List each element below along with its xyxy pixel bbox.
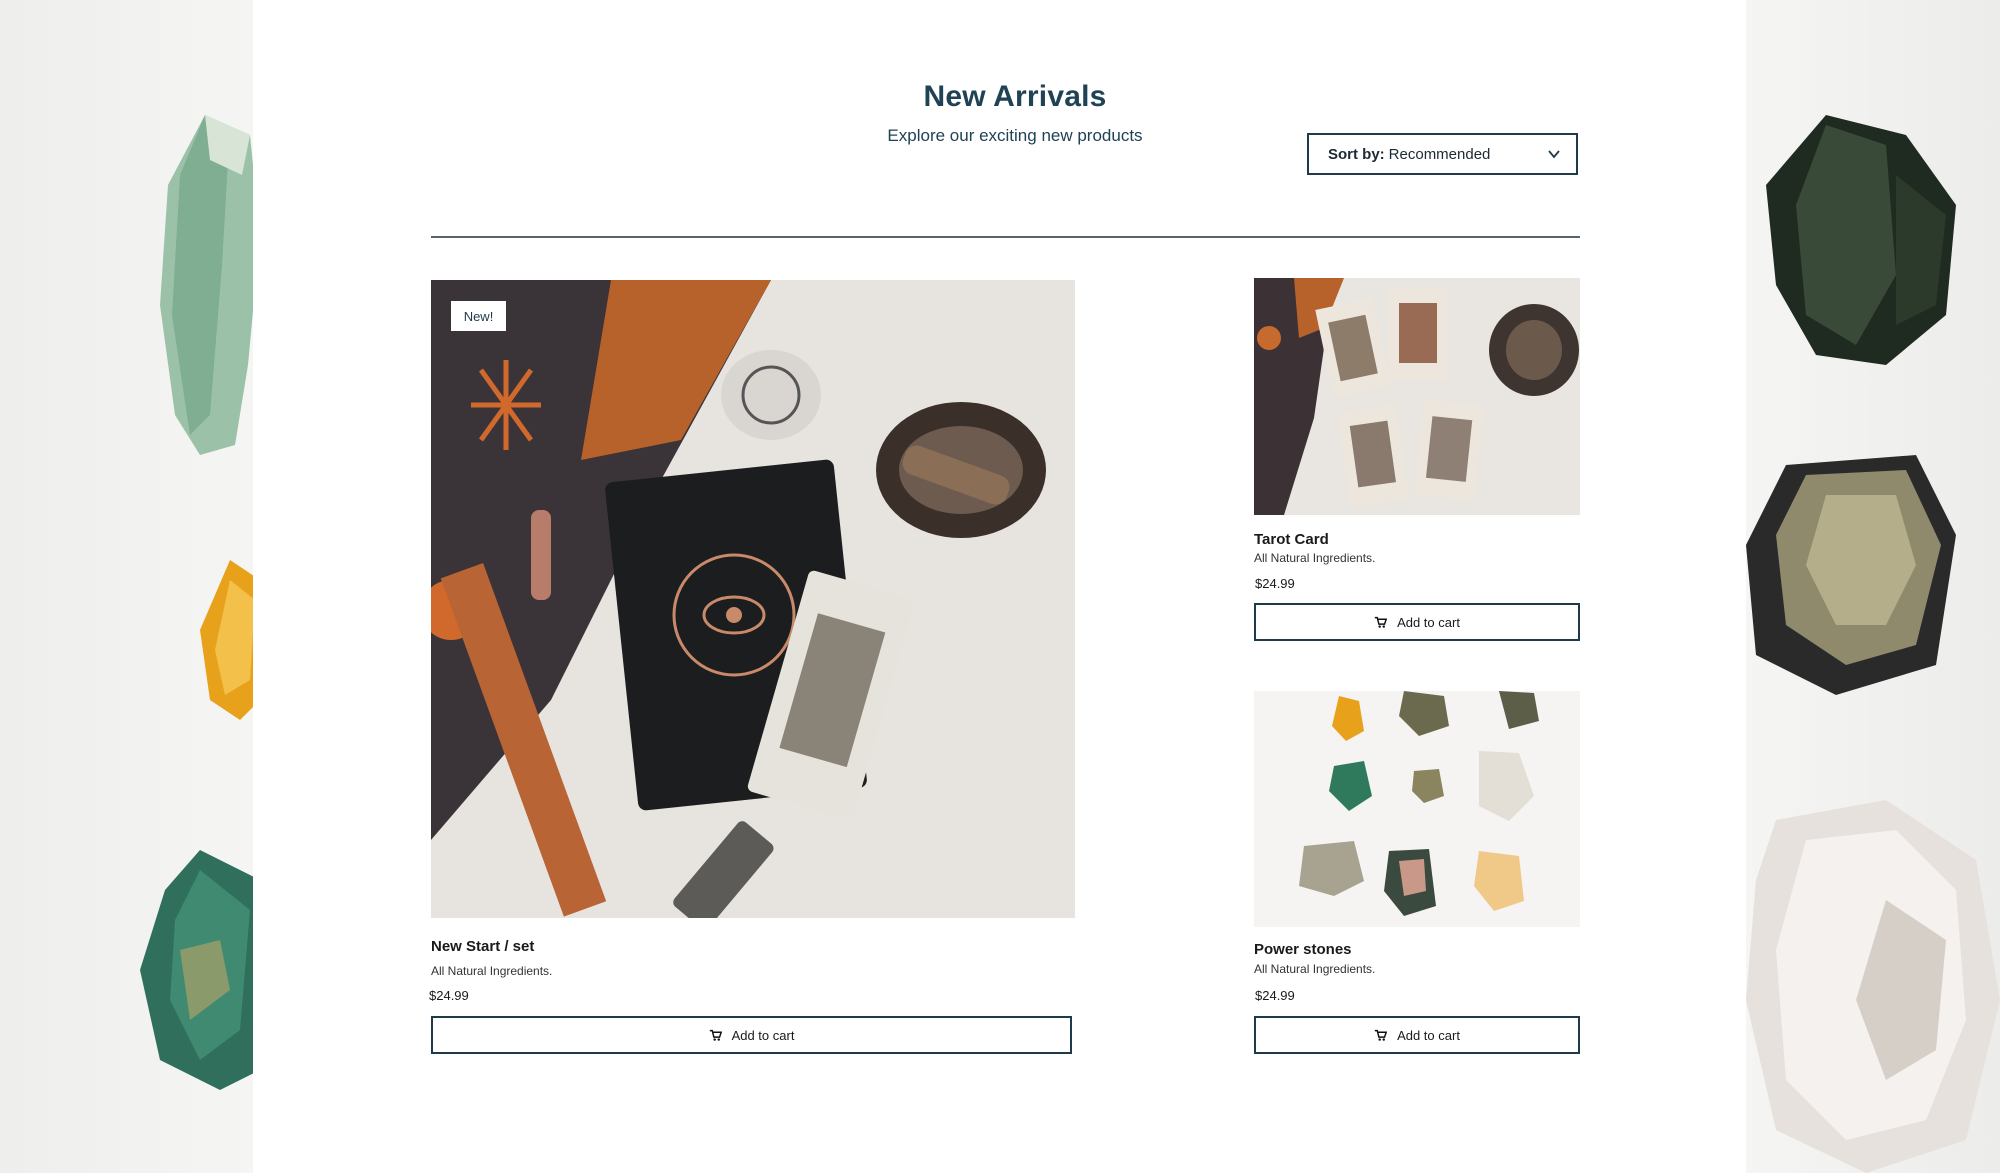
product-price: $24.99 <box>429 988 469 1003</box>
product-image-new-start-set[interactable]: New! <box>431 280 1075 918</box>
pyrite-rock-decor <box>1746 455 1956 695</box>
malachite-rock-decor <box>140 850 253 1090</box>
product-image-power-stones[interactable] <box>1254 691 1580 927</box>
add-to-cart-button[interactable]: Add to cart <box>1254 1016 1580 1054</box>
add-to-cart-label: Add to cart <box>731 1027 795 1043</box>
sort-label: Sort by: <box>1328 145 1385 163</box>
product-description: All Natural Ingredients. <box>1254 962 1376 976</box>
left-decor-panel <box>0 0 253 1173</box>
new-badge: New! <box>451 301 506 331</box>
sort-dropdown[interactable]: Sort by: Recommended <box>1307 133 1578 175</box>
cart-icon <box>1374 616 1388 628</box>
add-to-cart-label: Add to cart <box>1397 1027 1460 1043</box>
product-price: $24.99 <box>1255 576 1295 591</box>
add-to-cart-button[interactable]: Add to cart <box>1254 603 1580 641</box>
page-title: New Arrivals <box>923 80 1107 113</box>
product-name[interactable]: Power stones <box>1254 941 1352 958</box>
product-name[interactable]: Tarot Card <box>1254 531 1329 548</box>
black-tourmaline-decor <box>1766 115 1956 365</box>
chevron-down-icon <box>1548 150 1560 159</box>
green-crystal-decor <box>160 115 253 455</box>
sort-value: Recommended <box>1388 145 1491 163</box>
product-description: All Natural Ingredients. <box>431 964 553 978</box>
product-name[interactable]: New Start / set <box>431 938 534 955</box>
page-subtitle: Explore our exciting new products <box>887 126 1143 145</box>
product-image-tarot-card[interactable] <box>1254 278 1580 515</box>
clear-quartz-decor <box>1746 800 2000 1173</box>
add-to-cart-label: Add to cart <box>1397 614 1460 630</box>
product-description: All Natural Ingredients. <box>1254 551 1376 565</box>
amber-stone-decor <box>200 560 253 720</box>
product-price: $24.99 <box>1255 988 1295 1003</box>
cart-icon <box>1374 1029 1388 1041</box>
cart-icon <box>709 1029 722 1041</box>
add-to-cart-button[interactable]: Add to cart <box>431 1016 1072 1054</box>
header-divider <box>431 236 1580 238</box>
product-panel: New Arrivals Explore our exciting new pr… <box>253 0 1746 1173</box>
right-decor-panel <box>1746 0 2000 1173</box>
